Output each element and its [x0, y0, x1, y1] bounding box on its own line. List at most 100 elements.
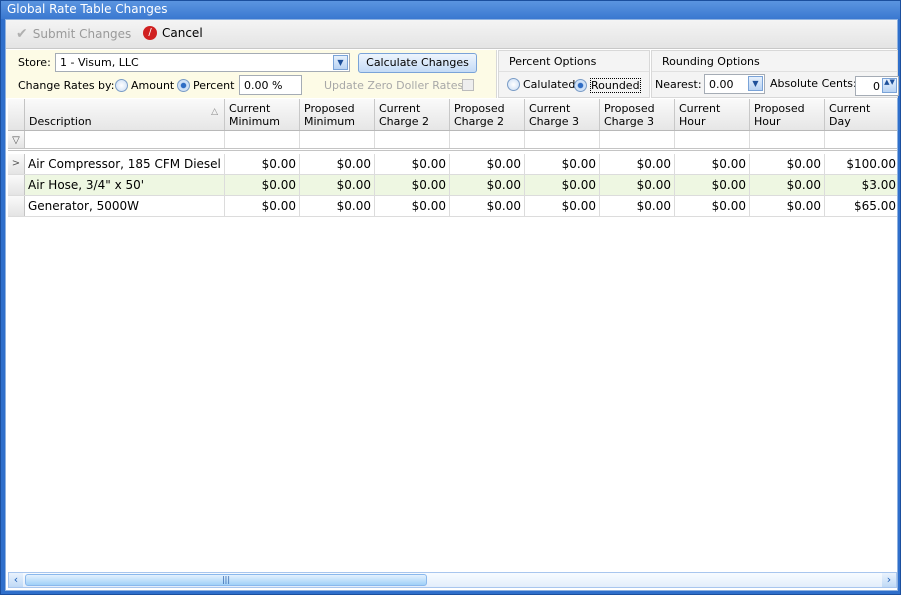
- rate-cell[interactable]: $0.00: [450, 154, 525, 174]
- spinner-up-down-icon[interactable]: ▲▼: [882, 78, 897, 93]
- rate-cell[interactable]: $0.00: [375, 196, 450, 216]
- rate-cell[interactable]: $100.00: [825, 154, 897, 174]
- rate-cell[interactable]: $0.00: [750, 196, 825, 216]
- rate-cell[interactable]: $0.00: [600, 175, 675, 195]
- rate-cell[interactable]: $0.00: [225, 196, 300, 216]
- column-header-label: Current Charge 2: [379, 102, 429, 128]
- chevron-down-icon[interactable]: ▼: [333, 55, 348, 70]
- absolute-cents-spinner[interactable]: 0 ▲▼: [855, 76, 899, 96]
- table-row[interactable]: > Air Compressor, 185 CFM Diesel $0.00 $0.0…: [8, 154, 897, 175]
- rate-cell[interactable]: $0.00: [600, 196, 675, 216]
- filter-cell[interactable]: [525, 131, 600, 148]
- cancel-button[interactable]: / Cancel: [143, 26, 203, 40]
- calculated-radio[interactable]: Calulated: [507, 78, 575, 91]
- column-header[interactable]: △ Description: [25, 99, 225, 130]
- column-header[interactable]: Proposed Charge 2: [450, 99, 525, 130]
- rate-cell[interactable]: $0.00: [300, 175, 375, 195]
- filter-cell[interactable]: [675, 131, 750, 148]
- filter-cell[interactable]: [450, 131, 525, 148]
- change-rates-label: Change Rates by:: [18, 79, 115, 92]
- nearest-select[interactable]: 0.00 ▼: [704, 74, 765, 94]
- filter-icon[interactable]: ▽: [8, 131, 25, 148]
- radio-icon: [115, 79, 128, 92]
- radio-selected-icon: [177, 79, 190, 92]
- rate-cell[interactable]: $0.00: [675, 196, 750, 216]
- column-header-label: Proposed Charge 2: [454, 102, 505, 128]
- rate-cell[interactable]: $0.00: [750, 175, 825, 195]
- filter-cell[interactable]: [225, 131, 300, 148]
- rate-cell[interactable]: $0.00: [300, 154, 375, 174]
- rates-grid: △ Description Current Minimum Proposed Mini…: [8, 99, 897, 569]
- filter-cell[interactable]: [750, 131, 825, 148]
- amount-radio[interactable]: Amount: [115, 79, 174, 92]
- filter-cell[interactable]: [300, 131, 375, 148]
- rate-cell[interactable]: $0.00: [675, 154, 750, 174]
- rate-cell[interactable]: $65.00: [825, 196, 897, 216]
- column-header-label: Current Charge 3: [529, 102, 579, 128]
- submit-label: Submit Changes: [32, 27, 132, 41]
- scroll-right-icon[interactable]: ›: [882, 573, 896, 587]
- rate-cell[interactable]: $0.00: [525, 196, 600, 216]
- scroll-left-icon[interactable]: ‹: [9, 573, 23, 587]
- toolbar: ✔ Submit Changes / Cancel: [6, 20, 897, 49]
- nearest-value: 0.00: [709, 77, 734, 91]
- scrollbar-thumb[interactable]: |||: [25, 574, 427, 586]
- rate-cell[interactable]: $0.00: [675, 175, 750, 195]
- update-zero-checkbox[interactable]: [462, 79, 474, 91]
- column-header-label: Current Hour: [679, 102, 721, 128]
- column-header[interactable]: Proposed Charge 3: [600, 99, 675, 130]
- row-selector[interactable]: [8, 196, 25, 216]
- column-header[interactable]: Current Day: [825, 99, 897, 130]
- percent-input[interactable]: 0.00 %: [239, 75, 302, 95]
- rate-cell[interactable]: $0.00: [450, 175, 525, 195]
- rate-cell[interactable]: $0.00: [600, 154, 675, 174]
- filter-cell[interactable]: [25, 131, 225, 148]
- rate-cell[interactable]: $0.00: [525, 154, 600, 174]
- column-header[interactable]: Proposed Hour: [750, 99, 825, 130]
- column-header[interactable]: Current Charge 3: [525, 99, 600, 130]
- horizontal-scrollbar[interactable]: ‹ ||| ›: [8, 572, 897, 588]
- percent-options-title: Percent Options: [499, 51, 649, 72]
- filter-cell[interactable]: [825, 131, 897, 148]
- rate-cell[interactable]: $0.00: [225, 154, 300, 174]
- column-header[interactable]: Proposed Minimum: [300, 99, 375, 130]
- filter-cell[interactable]: [375, 131, 450, 148]
- column-header-label: Proposed Charge 3: [604, 102, 655, 128]
- column-header[interactable]: Current Charge 2: [375, 99, 450, 130]
- rate-cell[interactable]: $0.00: [450, 196, 525, 216]
- options-panel: Store: 1 - Visum, LLC ▼ Calculate Change…: [6, 50, 497, 98]
- description-cell[interactable]: Generator, 5000W: [25, 196, 225, 216]
- percent-radio[interactable]: Percent: [177, 79, 234, 92]
- rate-cell[interactable]: $0.00: [375, 175, 450, 195]
- table-row[interactable]: Generator, 5000W $0.00 $0.00 $0.00 $0.00 $0.0…: [8, 196, 897, 217]
- row-selector[interactable]: [8, 175, 25, 195]
- rate-cell[interactable]: $0.00: [525, 175, 600, 195]
- calculate-changes-button[interactable]: Calculate Changes: [358, 53, 477, 73]
- cancel-icon: /: [143, 26, 157, 40]
- rate-cell[interactable]: $0.00: [300, 196, 375, 216]
- column-header[interactable]: Current Hour: [675, 99, 750, 130]
- table-row[interactable]: Air Hose, 3/4" x 50' $0.00 $0.00 $0.00 $0.00…: [8, 175, 897, 196]
- filter-row: ▽: [8, 131, 897, 151]
- radio-selected-icon: [574, 79, 587, 92]
- current-row-indicator-icon[interactable]: >: [8, 154, 25, 174]
- rate-cell[interactable]: $3.00: [825, 175, 897, 195]
- sort-ascending-icon: △: [211, 107, 218, 117]
- column-header[interactable]: Current Minimum: [225, 99, 300, 130]
- submit-changes-button[interactable]: ✔ Submit Changes: [16, 26, 131, 42]
- rounded-radio[interactable]: Rounded: [574, 78, 641, 93]
- store-select[interactable]: 1 - Visum, LLC ▼: [55, 53, 350, 72]
- percent-label: Percent: [193, 79, 235, 92]
- description-cell[interactable]: Air Compressor, 185 CFM Diesel: [25, 154, 225, 174]
- update-zero-label: Update Zero Doller Rates?:: [324, 79, 473, 92]
- calculated-label: Calulated: [523, 78, 576, 91]
- filter-cell[interactable]: [600, 131, 675, 148]
- rate-cell[interactable]: $0.00: [750, 154, 825, 174]
- column-header-label: Proposed Minimum: [304, 102, 355, 128]
- rate-cell[interactable]: $0.00: [225, 175, 300, 195]
- rate-cell[interactable]: $0.00: [375, 154, 450, 174]
- chevron-down-icon[interactable]: ▼: [748, 76, 763, 91]
- column-header-label: Proposed Hour: [754, 102, 805, 128]
- description-cell[interactable]: Air Hose, 3/4" x 50': [25, 175, 225, 195]
- checkmark-icon: ✔: [16, 26, 28, 42]
